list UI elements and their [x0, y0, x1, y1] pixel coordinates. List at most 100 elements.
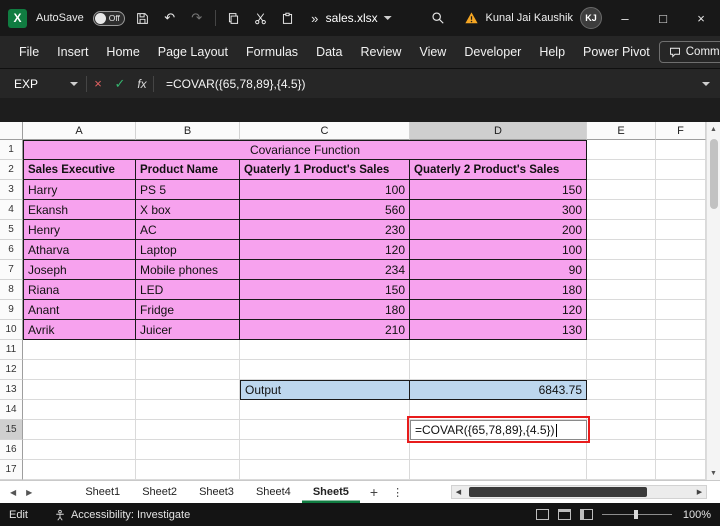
- all-sheets-icon[interactable]: ⋮: [392, 486, 403, 499]
- more-commands-icon[interactable]: »: [306, 6, 324, 30]
- cell-B2[interactable]: Product Name: [136, 160, 240, 180]
- cell-D15-edit-formula[interactable]: =COVAR({65,78,89},{4.5}): [410, 420, 587, 440]
- cell-C16[interactable]: [240, 440, 410, 460]
- row-header-3[interactable]: 3: [0, 180, 23, 200]
- menu-help[interactable]: Help: [530, 36, 574, 68]
- cell-A6[interactable]: Atharva: [23, 240, 136, 260]
- cell-A10[interactable]: Avrik: [23, 320, 136, 340]
- cell-D11[interactable]: [410, 340, 587, 360]
- cell-E16[interactable]: [587, 440, 656, 460]
- cell-E5[interactable]: [587, 220, 656, 240]
- row-header-12[interactable]: 12: [0, 360, 23, 380]
- cell-E11[interactable]: [587, 340, 656, 360]
- cell-A15[interactable]: [23, 420, 136, 440]
- column-header-B[interactable]: B: [136, 122, 240, 140]
- cell-B15[interactable]: [136, 420, 240, 440]
- sheet-tab-sheet1[interactable]: Sheet1: [74, 481, 131, 503]
- cell-A3[interactable]: Harry: [23, 180, 136, 200]
- vertical-scrollbar[interactable]: ▲ ▼: [706, 122, 720, 480]
- search-icon[interactable]: [431, 8, 445, 28]
- cell-E1[interactable]: [587, 140, 656, 160]
- cell-D2[interactable]: Quaterly 2 Product's Sales: [410, 160, 587, 180]
- undo-icon[interactable]: ↶: [161, 6, 179, 30]
- name-box[interactable]: EXP: [6, 73, 86, 95]
- cell-D5[interactable]: 200: [410, 220, 587, 240]
- cell-E8[interactable]: [587, 280, 656, 300]
- cell-C8[interactable]: 150: [240, 280, 410, 300]
- cell-F9[interactable]: [656, 300, 706, 320]
- cell-C9[interactable]: 180: [240, 300, 410, 320]
- cut-icon[interactable]: [252, 6, 270, 30]
- cell-D10[interactable]: 130: [410, 320, 587, 340]
- cell-F8[interactable]: [656, 280, 706, 300]
- row-header-5[interactable]: 5: [0, 220, 23, 240]
- confirm-entry-icon[interactable]: ✓: [109, 73, 131, 95]
- scroll-down-icon[interactable]: ▼: [707, 466, 720, 480]
- menu-file[interactable]: File: [10, 36, 48, 68]
- column-header-C[interactable]: C: [240, 122, 410, 140]
- formula-bar-expand-icon[interactable]: [702, 82, 710, 86]
- cell-E3[interactable]: [587, 180, 656, 200]
- cell-B12[interactable]: [136, 360, 240, 380]
- cell-E10[interactable]: [587, 320, 656, 340]
- menu-page-layout[interactable]: Page Layout: [149, 36, 237, 68]
- column-header-D[interactable]: D: [410, 122, 587, 140]
- cell-D3[interactable]: 150: [410, 180, 587, 200]
- accessibility-status[interactable]: Accessibility: Investigate: [54, 509, 190, 521]
- menu-view[interactable]: View: [410, 36, 455, 68]
- row-header-6[interactable]: 6: [0, 240, 23, 260]
- cell-F4[interactable]: [656, 200, 706, 220]
- cell-D17[interactable]: [410, 460, 587, 480]
- cell-F6[interactable]: [656, 240, 706, 260]
- cancel-entry-icon[interactable]: ×: [87, 73, 109, 95]
- cell-A4[interactable]: Ekansh: [23, 200, 136, 220]
- redo-icon[interactable]: ↷: [188, 6, 206, 30]
- select-all-corner[interactable]: [0, 122, 23, 140]
- row-header-4[interactable]: 4: [0, 200, 23, 220]
- cell-A17[interactable]: [23, 460, 136, 480]
- row-header-13[interactable]: 13: [0, 380, 23, 400]
- cell-E6[interactable]: [587, 240, 656, 260]
- vertical-scroll-thumb[interactable]: [710, 139, 718, 209]
- cell-D4[interactable]: 300: [410, 200, 587, 220]
- copy-icon[interactable]: [225, 6, 243, 30]
- paste-icon[interactable]: [279, 6, 297, 30]
- cell-F5[interactable]: [656, 220, 706, 240]
- row-header-17[interactable]: 17: [0, 460, 23, 480]
- cell-F1[interactable]: [656, 140, 706, 160]
- cell-A2[interactable]: Sales Executive: [23, 160, 136, 180]
- page-layout-view-icon[interactable]: [558, 509, 571, 520]
- cell-A1-merged-title[interactable]: Covariance Function: [23, 140, 587, 160]
- cell-E7[interactable]: [587, 260, 656, 280]
- cell-D16[interactable]: [410, 440, 587, 460]
- column-header-A[interactable]: A: [23, 122, 136, 140]
- menu-home[interactable]: Home: [97, 36, 148, 68]
- cell-E15[interactable]: [587, 420, 656, 440]
- row-header-10[interactable]: 10: [0, 320, 23, 340]
- sheet-nav-right-icon[interactable]: ▶: [26, 488, 32, 497]
- menu-review[interactable]: Review: [351, 36, 410, 68]
- cell-B3[interactable]: PS 5: [136, 180, 240, 200]
- cell-C13-output-label[interactable]: Output: [240, 380, 410, 400]
- zoom-slider-knob[interactable]: [634, 510, 638, 519]
- cell-B7[interactable]: Mobile phones: [136, 260, 240, 280]
- row-header-15[interactable]: 15: [0, 420, 23, 440]
- cell-C17[interactable]: [240, 460, 410, 480]
- row-header-9[interactable]: 9: [0, 300, 23, 320]
- cell-F2[interactable]: [656, 160, 706, 180]
- formula-input[interactable]: =COVAR({65,78,89},{4.5}): [166, 77, 306, 91]
- cell-B11[interactable]: [136, 340, 240, 360]
- cell-D9[interactable]: 120: [410, 300, 587, 320]
- insert-function-icon[interactable]: fx: [131, 73, 153, 95]
- cell-D6[interactable]: 100: [410, 240, 587, 260]
- cell-D12[interactable]: [410, 360, 587, 380]
- cell-F13[interactable]: [656, 380, 706, 400]
- cell-D8[interactable]: 180: [410, 280, 587, 300]
- minimize-button[interactable]: –: [606, 0, 644, 36]
- cell-D7[interactable]: 90: [410, 260, 587, 280]
- cell-B4[interactable]: X box: [136, 200, 240, 220]
- row-header-11[interactable]: 11: [0, 340, 23, 360]
- save-icon[interactable]: [134, 6, 152, 30]
- cell-C14[interactable]: [240, 400, 410, 420]
- scroll-up-icon[interactable]: ▲: [707, 122, 720, 136]
